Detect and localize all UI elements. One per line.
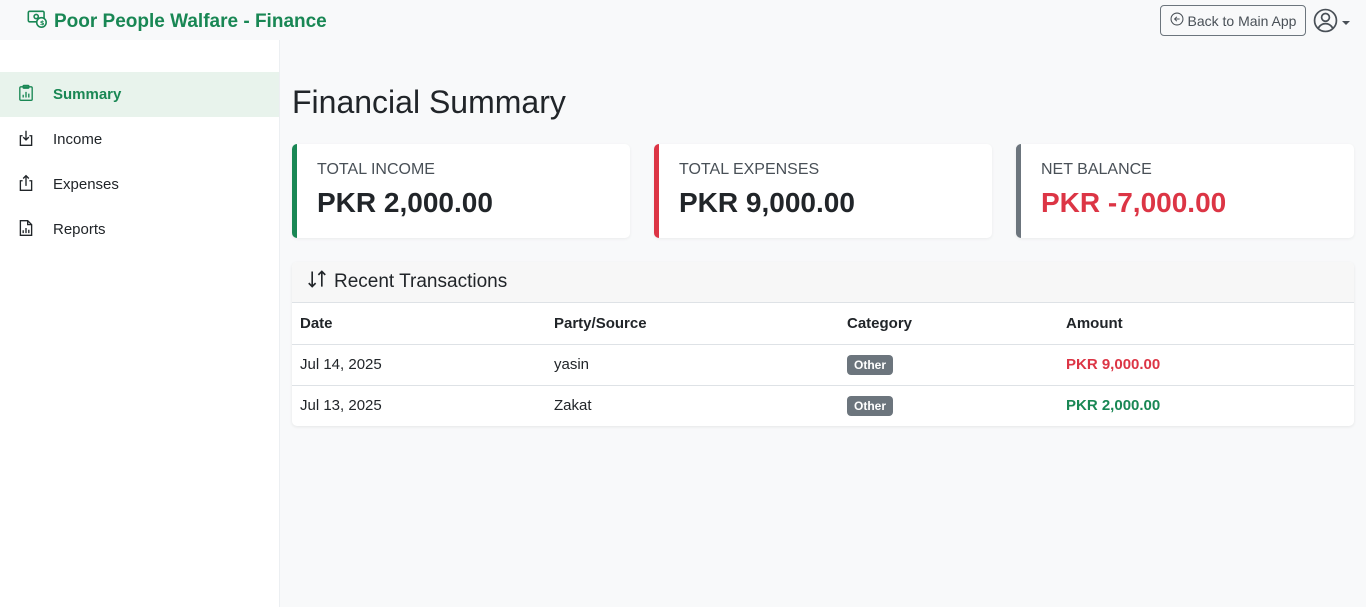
column-header-category: Category (839, 303, 1058, 345)
sidebar: Summary Income Expenses Reports (0, 40, 280, 607)
panel-title: Recent Transactions (334, 271, 508, 292)
clipboard-data-icon (17, 84, 35, 106)
cell-party: Zakat (554, 397, 592, 415)
cash-coin-icon: $ (27, 8, 48, 35)
cell-party: yasin (546, 344, 839, 386)
box-arrow-in-down-icon (17, 129, 35, 151)
category-badge: Other (847, 395, 894, 416)
brand[interactable]: $ Poor People Walfare - Finance (27, 8, 327, 35)
arrow-left-circle-icon (1170, 12, 1184, 29)
sidebar-item-label: Income (53, 131, 103, 148)
chevron-down-icon (1342, 20, 1350, 25)
sidebar-nav: Summary Income Expenses Reports (0, 72, 279, 252)
top-navbar: $ Poor People Walfare - Finance Back to … (0, 0, 1366, 40)
sidebar-item-label: Reports (53, 221, 106, 238)
column-header-date: Date (292, 303, 546, 345)
sidebar-item-label: Expenses (53, 176, 119, 193)
card-label: NET BALANCE (1041, 161, 1152, 178)
card-value: PKR -7,000.00 (1041, 187, 1227, 218)
sidebar-item-label: Summary (53, 86, 122, 103)
transactions-table: Date Party/Source Category Amount Jul 14… (292, 303, 1354, 426)
card-value: PKR 2,000.00 (317, 187, 493, 218)
sidebar-item-summary[interactable]: Summary (0, 72, 279, 117)
card-value: PKR 9,000.00 (679, 187, 855, 218)
column-header-amount: Amount (1058, 303, 1354, 345)
cell-category: Other (839, 385, 1058, 426)
person-circle-icon (1313, 8, 1338, 33)
back-button-label: Back to Main App (1187, 12, 1297, 29)
table-header-row: Date Party/Source Category Amount (292, 303, 1354, 345)
sidebar-item-reports[interactable]: Reports (0, 207, 279, 252)
net-balance-card: NET BALANCE PKR -7,000.00 (1016, 144, 1354, 238)
category-badge: Other (847, 354, 894, 375)
total-expenses-card: TOTAL EXPENSES PKR 9,000.00 (654, 144, 992, 238)
page-title: Financial Summary (292, 84, 566, 120)
cell-category: Other (839, 344, 1058, 386)
user-menu[interactable] (1313, 8, 1350, 33)
total-income-card: TOTAL INCOME PKR 2,000.00 (292, 144, 630, 238)
svg-text:$: $ (40, 19, 45, 27)
file-earmark-bar-graph-icon (17, 219, 35, 241)
table-row[interactable]: Jul 13, 2025 Zakat Other PKR 2,000.00 (292, 385, 1354, 426)
sidebar-item-expenses[interactable]: Expenses (0, 162, 279, 207)
card-label: TOTAL INCOME (317, 161, 435, 178)
back-to-main-app-button[interactable]: Back to Main App (1160, 5, 1306, 36)
arrow-down-up-icon (306, 268, 328, 296)
panel-header: Recent Transactions (292, 262, 1354, 303)
cell-amount: PKR 2,000.00 (1066, 397, 1161, 415)
table-row[interactable]: Jul 14, 2025 yasin Other PKR 9,000.00 (292, 344, 1354, 386)
brand-title: Poor People Walfare - Finance (54, 10, 327, 32)
column-header-party: Party/Source (546, 303, 839, 345)
cell-date: Jul 13, 2025 (300, 397, 382, 415)
cell-date: Jul 14, 2025 (292, 344, 546, 386)
sidebar-item-income[interactable]: Income (0, 117, 279, 162)
box-arrow-up-icon (17, 174, 35, 196)
cell-amount: PKR 9,000.00 (1058, 344, 1354, 386)
recent-transactions-panel: Recent Transactions Date Party/Source Ca… (292, 262, 1354, 426)
card-label: TOTAL EXPENSES (679, 161, 820, 178)
